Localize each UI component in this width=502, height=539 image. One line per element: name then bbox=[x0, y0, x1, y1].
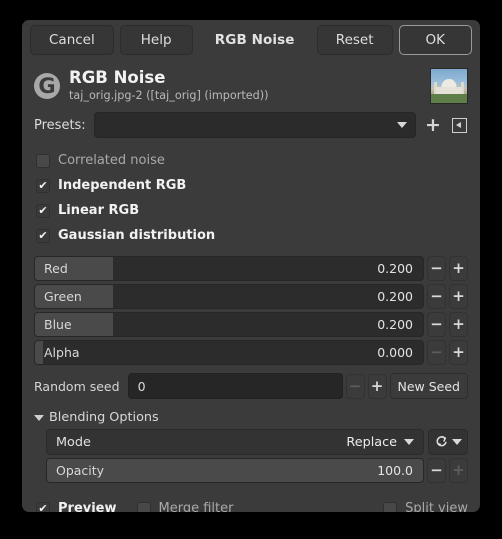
random-seed-input[interactable]: 0 bbox=[127, 373, 343, 399]
ok-button[interactable]: OK bbox=[398, 25, 472, 55]
slider-row-alpha: Alpha 0.000 − + bbox=[34, 340, 468, 365]
dialog-title: RGB Noise bbox=[214, 32, 295, 48]
mode-switch-button[interactable] bbox=[428, 429, 468, 455]
blending-options-label: Blending Options bbox=[49, 410, 159, 425]
opacity-row: Opacity 100.0 − + bbox=[46, 458, 468, 483]
blending-options-content: Mode Replace Opacity 100.0 − + bbox=[34, 429, 468, 486]
dialog-footer: ✔ Preview Merge filter Split view bbox=[34, 486, 468, 512]
image-thumbnail bbox=[430, 68, 468, 104]
checkbox-label: Linear RGB bbox=[58, 203, 140, 218]
slider-label: Green bbox=[44, 289, 82, 304]
slider-row-green: Green 0.200 − + bbox=[34, 284, 468, 309]
checkbox-correlated-noise[interactable]: Correlated noise bbox=[36, 148, 468, 173]
presets-label: Presets: bbox=[34, 117, 86, 133]
increment-seed-button[interactable]: + bbox=[367, 373, 387, 399]
decrement-red-button[interactable]: − bbox=[427, 256, 446, 281]
checkbox-independent-rgb[interactable]: ✔ Independent RGB bbox=[36, 173, 468, 198]
mode-combobox[interactable]: Mode Replace bbox=[46, 429, 424, 455]
slider-row-blue: Blue 0.200 − + bbox=[34, 312, 468, 337]
slider-opacity[interactable]: Opacity 100.0 bbox=[46, 458, 424, 483]
increment-red-button[interactable]: + bbox=[449, 256, 468, 281]
slider-fill bbox=[35, 341, 43, 364]
random-seed-row: Random seed 0 − + New Seed bbox=[34, 368, 468, 401]
preset-menu-button[interactable] bbox=[450, 114, 468, 136]
increment-blue-button[interactable]: + bbox=[449, 312, 468, 337]
dialog-titlebar: Cancel Help RGB Noise Reset OK bbox=[22, 20, 480, 60]
mode-row: Mode Replace bbox=[46, 429, 468, 455]
slider-row-red: Red 0.200 − + bbox=[34, 256, 468, 281]
add-preset-button[interactable]: + bbox=[424, 114, 442, 136]
slider-value: 0.000 bbox=[377, 345, 413, 360]
blending-options-toggle[interactable]: Blending Options bbox=[34, 401, 468, 429]
channel-sliders: Red 0.200 − + Green 0.200 − + Blue 0.200… bbox=[34, 254, 468, 368]
slider-label: Opacity bbox=[56, 463, 105, 478]
decrement-seed-button[interactable]: − bbox=[345, 373, 365, 399]
checkbox-merge-filter[interactable]: Merge filter bbox=[136, 496, 234, 512]
presets-row: Presets: + bbox=[34, 112, 468, 147]
cancel-button[interactable]: Cancel bbox=[30, 25, 114, 55]
identity-text: RGB Noise taj_orig.jpg-2 ([taj_orig] (im… bbox=[69, 67, 421, 104]
lawn-icon bbox=[431, 94, 467, 103]
checkbox-icon bbox=[383, 501, 398, 512]
checkbox-label: Gaussian distribution bbox=[58, 228, 216, 243]
slider-value: 0.200 bbox=[377, 317, 413, 332]
checkbox-icon bbox=[136, 501, 151, 512]
new-seed-button[interactable]: New Seed bbox=[389, 373, 468, 399]
left-arrow-box-icon bbox=[451, 117, 467, 133]
checkbox-label: Preview bbox=[58, 501, 117, 512]
decrement-alpha-button[interactable]: − bbox=[427, 340, 446, 365]
chevron-down-icon bbox=[34, 414, 44, 421]
checkbox-split-view[interactable]: Split view bbox=[383, 496, 468, 512]
mode-label: Mode bbox=[56, 434, 91, 450]
decrement-opacity-button[interactable]: − bbox=[427, 458, 446, 483]
checkbox-icon bbox=[36, 153, 50, 168]
gimp-logo-icon: G bbox=[34, 73, 60, 99]
slider-label: Blue bbox=[44, 317, 72, 332]
dialog-body: G RGB Noise taj_orig.jpg-2 ([taj_orig] (… bbox=[22, 60, 480, 512]
slider-alpha[interactable]: Alpha 0.000 bbox=[34, 340, 424, 365]
random-seed-label: Random seed bbox=[34, 378, 120, 394]
help-button[interactable]: Help bbox=[119, 25, 193, 55]
slider-value: 0.200 bbox=[377, 289, 413, 304]
checkbox-label: Split view bbox=[405, 501, 468, 512]
reset-button[interactable]: Reset bbox=[316, 25, 393, 55]
mode-value: Replace bbox=[346, 434, 397, 450]
image-subtitle: taj_orig.jpg-2 ([taj_orig] (imported)) bbox=[69, 88, 269, 102]
options-checkbox-group: Correlated noise ✔ Independent RGB ✔ Lin… bbox=[34, 147, 468, 254]
plus-icon: + bbox=[425, 113, 441, 136]
slider-blue[interactable]: Blue 0.200 bbox=[34, 312, 424, 337]
chevron-down-icon bbox=[404, 439, 414, 445]
slider-value: 0.200 bbox=[377, 261, 413, 276]
checkbox-gaussian-distribution[interactable]: ✔ Gaussian distribution bbox=[36, 223, 468, 248]
checkbox-label: Merge filter bbox=[158, 501, 234, 512]
checkbox-checked-icon: ✔ bbox=[36, 203, 50, 218]
checkbox-label: Correlated noise bbox=[58, 153, 165, 168]
slider-red[interactable]: Red 0.200 bbox=[34, 256, 424, 281]
chevron-down-icon bbox=[397, 122, 407, 128]
rgb-noise-dialog: Cancel Help RGB Noise Reset OK G RGB Noi… bbox=[22, 20, 480, 512]
presets-combobox[interactable] bbox=[93, 112, 416, 138]
decrement-blue-button[interactable]: − bbox=[427, 312, 446, 337]
filter-identity: G RGB Noise taj_orig.jpg-2 ([taj_orig] (… bbox=[34, 64, 468, 112]
increment-green-button[interactable]: + bbox=[449, 284, 468, 309]
checkbox-checked-icon: ✔ bbox=[36, 228, 50, 243]
checkbox-linear-rgb[interactable]: ✔ Linear RGB bbox=[36, 198, 468, 223]
slider-label: Alpha bbox=[44, 345, 80, 360]
slider-value: 100.0 bbox=[377, 463, 413, 478]
decrement-green-button[interactable]: − bbox=[427, 284, 446, 309]
increment-alpha-button[interactable]: + bbox=[449, 340, 468, 365]
checkbox-checked-icon: ✔ bbox=[36, 501, 50, 512]
slider-label: Red bbox=[44, 261, 68, 276]
filter-title: RGB Noise bbox=[69, 67, 166, 87]
checkbox-preview[interactable]: ✔ Preview bbox=[36, 496, 117, 512]
checkbox-checked-icon: ✔ bbox=[36, 178, 50, 193]
checkbox-label: Independent RGB bbox=[58, 178, 187, 193]
increment-opacity-button[interactable]: + bbox=[449, 458, 468, 483]
slider-green[interactable]: Green 0.200 bbox=[34, 284, 424, 309]
reset-arrow-icon bbox=[435, 433, 449, 452]
chevron-down-icon bbox=[451, 439, 462, 445]
